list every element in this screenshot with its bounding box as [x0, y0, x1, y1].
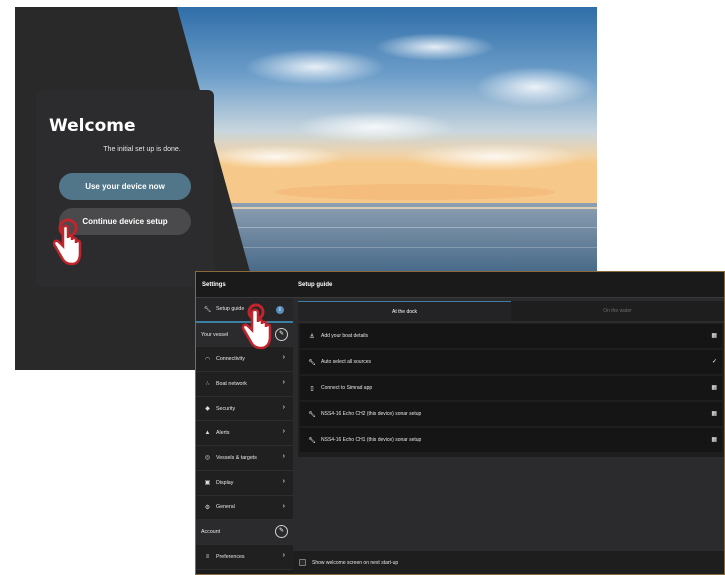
warning-icon: ▲: [204, 430, 211, 437]
show-welcome-checkbox[interactable]: [299, 559, 306, 566]
check-icon: ✓: [711, 359, 717, 365]
task-label: Connect to Simrad app: [321, 385, 373, 391]
calendar-icon: ▦: [711, 333, 717, 339]
hand-pointer-icon: [241, 303, 272, 350]
task-label: Auto select all sources: [321, 359, 372, 365]
task-connect-simrad-app[interactable]: ▯ Connect to Simrad app ▦: [300, 376, 722, 400]
chevron-right-icon: ›: [282, 502, 285, 510]
task-add-boat-details[interactable]: ⚓︎ Add your boat details ▦: [300, 324, 722, 348]
chevron-right-icon: ›: [282, 379, 285, 387]
edit-icon[interactable]: ✎: [275, 525, 288, 539]
task-auto-select-sources[interactable]: 🔧︎ Auto select all sources ✓: [300, 350, 722, 374]
sidebar-item-label: General: [216, 504, 235, 511]
wrench-icon: 🔧︎: [308, 437, 316, 444]
target-icon: ◎: [204, 455, 211, 462]
chevron-right-icon: ›: [282, 428, 285, 436]
task-label: Add your boat details: [321, 333, 368, 339]
page-title: Setup guide: [293, 272, 724, 298]
sidebar-item-label: Display: [216, 479, 234, 486]
wrench-icon: 🔧︎: [308, 411, 316, 418]
phone-icon: ▯: [310, 385, 314, 392]
screenshot-stage: Welcome The initial set up is done. Use …: [0, 0, 725, 575]
sidebar-item-label: Connectivity: [216, 356, 245, 363]
network-icon: ∴: [205, 381, 210, 388]
chevron-right-icon: ›: [282, 453, 285, 461]
chevron-right-icon: ›: [282, 354, 285, 362]
setup-task-list: ⚓︎ Add your boat details ▦ 🔧︎ Auto selec…: [298, 323, 724, 457]
tab-on-the-water[interactable]: On the water: [511, 301, 724, 321]
calendar-icon: ▦: [711, 411, 717, 417]
chevron-right-icon: ›: [282, 477, 285, 485]
task-sonar-setup-ch1[interactable]: 🔧︎ NSS4-16 Echo CH1 (this device) sonar …: [300, 428, 722, 452]
sidebar-item-display[interactable]: ▣ Display ›: [196, 470, 293, 496]
sidebar-item-boat-network[interactable]: ∴ Boat network ›: [196, 372, 293, 397]
calendar-icon: ▦: [711, 437, 717, 443]
sidebar-item-label: Security: [216, 405, 236, 412]
task-sonar-setup-ch2[interactable]: 🔧︎ NSS4-16 Echo CH2 (this device) sonar …: [300, 402, 722, 426]
sidebar-item-vessels-targets[interactable]: ◎ Vessels & targets ›: [196, 446, 293, 471]
sidebar-item-label: Boat network: [216, 380, 247, 387]
use-device-now-button[interactable]: Use your device now: [59, 173, 191, 200]
sidebar-item-label: Your vessel: [201, 331, 229, 338]
setup-guide-main: Setup guide At the dock On the water ⚓︎ …: [293, 272, 724, 574]
sidebar-item-alerts[interactable]: ▲ Alerts ›: [196, 421, 293, 447]
wrench-icon: 🔧︎: [203, 306, 212, 313]
sidebar-item-label: Vessels & targets: [216, 454, 257, 461]
welcome-title: Welcome: [49, 116, 136, 136]
sidebar-item-security[interactable]: ◆ Security ›: [196, 396, 293, 422]
sidebar-section-account[interactable]: Account ✎: [196, 520, 293, 545]
sidebar-item-preferences[interactable]: ≡ Preferences ›: [196, 544, 293, 570]
wrench-icon: 🔧︎: [308, 359, 316, 366]
settings-footer: Show welcome screen on next start-up: [293, 551, 724, 574]
shield-icon: ◆: [205, 406, 210, 413]
sidebar-item-label: Account: [201, 529, 221, 536]
chevron-right-icon: ›: [282, 403, 285, 411]
settings-title: Settings: [196, 272, 293, 298]
tab-at-the-dock[interactable]: At the dock: [298, 301, 511, 321]
gear-icon: ⚙︎: [204, 504, 211, 511]
boat-icon: ⚓︎: [309, 333, 315, 340]
calendar-icon: ▦: [711, 385, 717, 391]
wifi-icon: ◠: [204, 356, 211, 363]
hand-pointer-icon: [52, 218, 82, 266]
task-label: NSS4-16 Echo CH2 (this device) sonar set…: [321, 411, 422, 417]
welcome-subtitle: The initial set up is done.: [103, 146, 181, 153]
sidebar-item-general[interactable]: ⚙︎ General ›: [196, 495, 293, 521]
setup-guide-tabs: At the dock On the water: [298, 301, 724, 321]
chevron-right-icon: ›: [282, 551, 285, 559]
show-welcome-label: Show welcome screen on next start-up: [312, 559, 399, 566]
task-label: NSS4-16 Echo CH1 (this device) sonar set…: [321, 437, 422, 443]
display-icon: ▣: [204, 480, 211, 487]
sidebar-item-label: Alerts: [216, 430, 230, 437]
sliders-icon: ≡: [205, 553, 210, 560]
sidebar-item-label: Preferences: [216, 553, 245, 560]
